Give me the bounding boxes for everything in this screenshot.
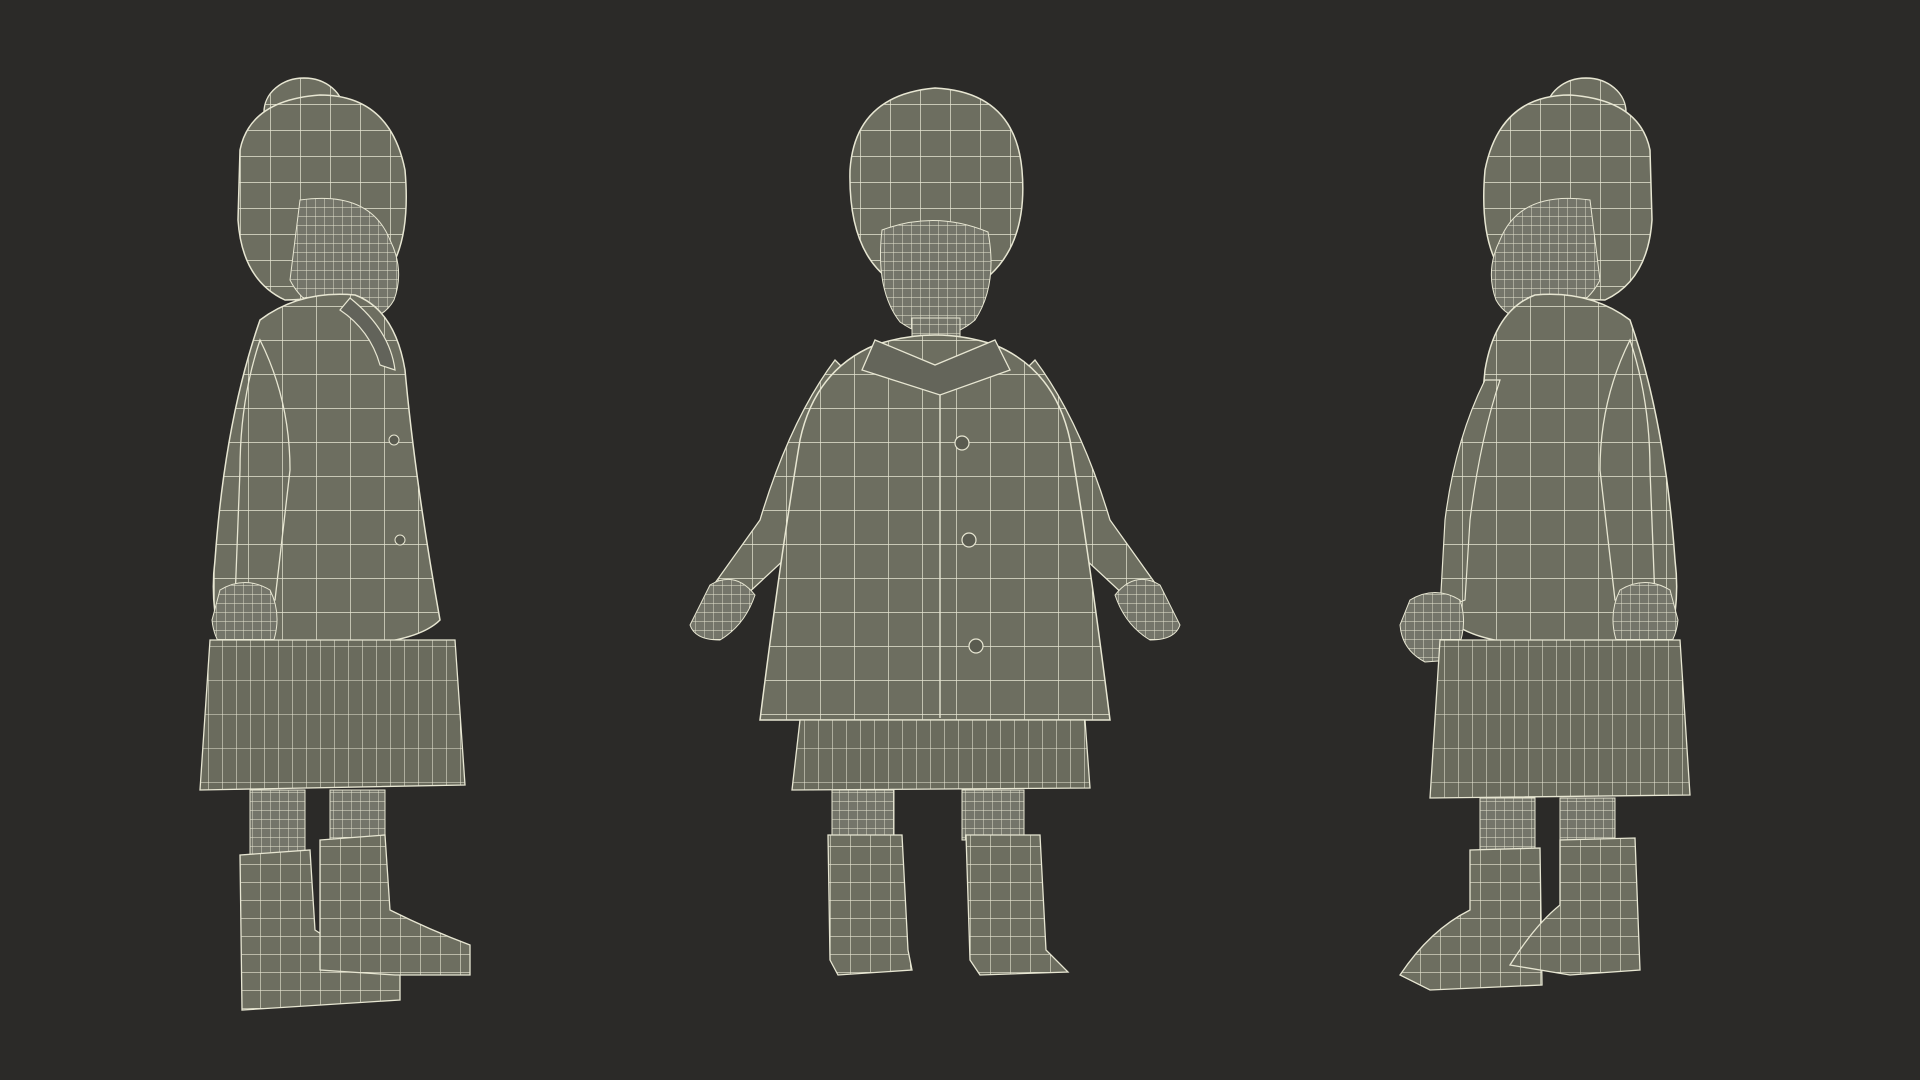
side-view-left-figure bbox=[180, 0, 540, 1080]
render-viewport bbox=[0, 0, 1920, 1080]
front-view-figure bbox=[650, 0, 1230, 1080]
side-view-right-figure bbox=[1360, 0, 1720, 1080]
